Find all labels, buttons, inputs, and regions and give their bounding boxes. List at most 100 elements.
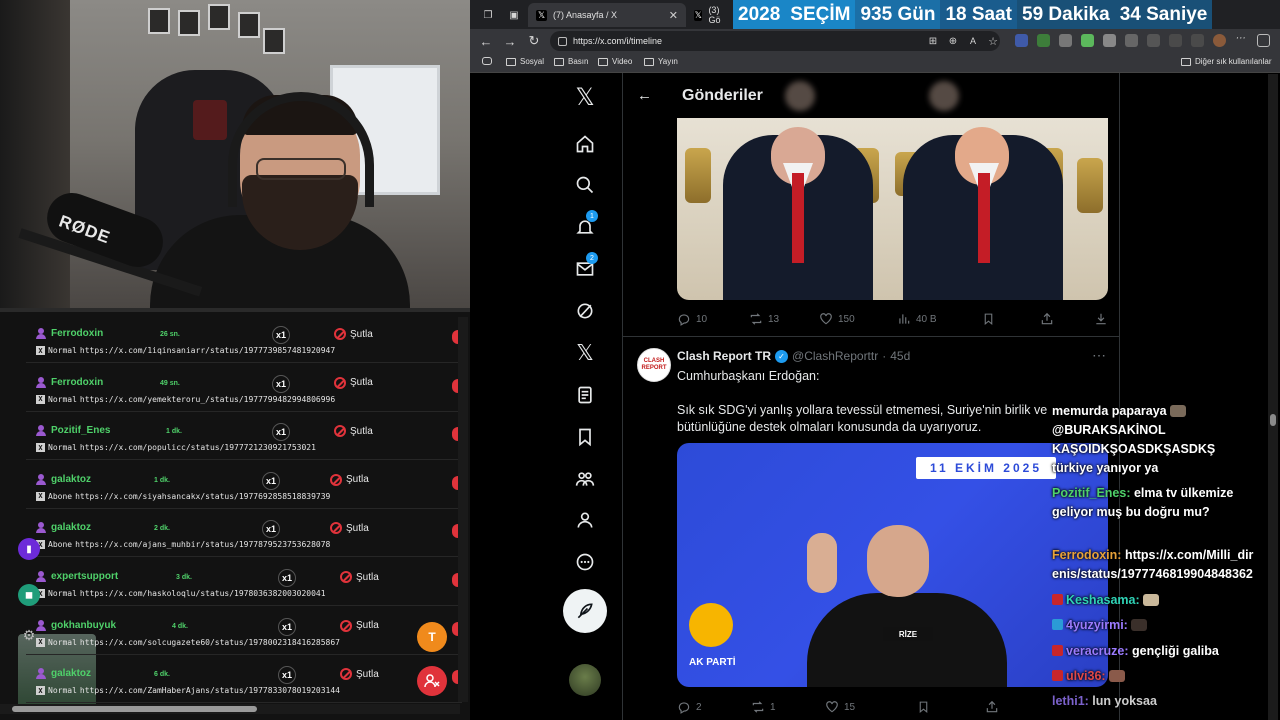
request-url[interactable]: https://x.com/haskoloqlu/status/19780363… bbox=[80, 589, 326, 598]
workspaces-icon[interactable]: ❐ bbox=[480, 7, 496, 23]
kick-button[interactable]: Şutla bbox=[330, 522, 369, 535]
site-info-icon[interactable] bbox=[558, 36, 567, 46]
reload-icon[interactable]: ↻ bbox=[526, 33, 542, 49]
bookmarks-icon[interactable] bbox=[556, 422, 614, 452]
kick-button[interactable]: Şutla bbox=[334, 328, 373, 340]
tweet-time[interactable]: 45d bbox=[890, 349, 910, 363]
multiplier-badge[interactable]: x1 bbox=[278, 666, 296, 685]
request-link[interactable]: X Normal https://x.com/yemekteroru_/status… bbox=[36, 394, 335, 404]
tab-actions-icon[interactable]: ▣ bbox=[506, 7, 522, 23]
repost-button[interactable]: 13 bbox=[749, 312, 779, 326]
extension-icon[interactable] bbox=[1125, 34, 1138, 47]
page-scrollbar[interactable] bbox=[1268, 74, 1278, 720]
kick-button[interactable]: Şutla bbox=[340, 571, 379, 583]
kick-button[interactable]: Şutla bbox=[330, 473, 369, 486]
clash-report-avatar[interactable]: CLASH REPORT bbox=[637, 348, 671, 382]
more-menu-icon[interactable]: ⋯ bbox=[1235, 34, 1248, 47]
request-username[interactable]: galaktoz bbox=[51, 668, 91, 679]
request-username[interactable]: expertsupport bbox=[51, 571, 118, 582]
multiplier-badge[interactable]: x1 bbox=[272, 423, 290, 442]
compose-post-button[interactable] bbox=[563, 589, 607, 633]
forward-icon[interactable]: → bbox=[502, 33, 518, 49]
remove-user-button[interactable] bbox=[417, 666, 447, 696]
search-icon[interactable] bbox=[556, 170, 614, 200]
read-aloud-icon[interactable]: A bbox=[965, 33, 981, 49]
author-name[interactable]: Clash Report TR bbox=[677, 349, 771, 363]
kick-button[interactable]: Şutla bbox=[340, 668, 379, 681]
request-link[interactable]: X Abone https://x.com/ajans_muhbir/status/… bbox=[36, 540, 330, 550]
request-row[interactable]: Ferrodoxin 26 sn. x1 Şutla X Normal https://x.… bbox=[26, 316, 462, 363]
request-username[interactable]: gokhanbuyuk bbox=[51, 620, 116, 631]
request-username[interactable]: Pozitif_Enes bbox=[51, 425, 110, 436]
repost-button[interactable]: 1 bbox=[751, 700, 776, 714]
multiplier-badge[interactable]: x1 bbox=[272, 326, 290, 344]
settings-gear-icon[interactable]: ⚙ bbox=[18, 624, 40, 646]
x-logo-home-icon[interactable]: 𝕏 bbox=[556, 82, 614, 112]
tab-anasayfa[interactable]: 𝕏 (7) Anasayfa / X ✕ bbox=[528, 3, 686, 27]
request-link[interactable]: X Normal https://x.com/haskoloqlu/status/1… bbox=[36, 589, 326, 598]
request-username[interactable]: galaktoz bbox=[51, 522, 91, 533]
bookmark-button[interactable] bbox=[982, 312, 995, 326]
bookmark-folder-sosyal[interactable]: Sosyal bbox=[506, 57, 544, 66]
request-scrollbar-vertical[interactable] bbox=[458, 317, 468, 702]
extension-icon[interactable] bbox=[1037, 34, 1050, 47]
bookmark-folder-basin[interactable]: Basın bbox=[554, 57, 588, 66]
multiplier-badge[interactable]: x1 bbox=[278, 569, 296, 587]
reply-button[interactable]: 10 bbox=[677, 312, 707, 326]
like-button[interactable]: 150 bbox=[819, 312, 855, 326]
request-scrollbar-horizontal[interactable] bbox=[0, 704, 460, 714]
zoom-icon[interactable]: ⊕ bbox=[945, 33, 961, 49]
bookmark-button[interactable] bbox=[917, 700, 930, 714]
views-button[interactable]: 40 B bbox=[897, 312, 937, 326]
premium-x-icon[interactable]: 𝕏 bbox=[556, 338, 614, 368]
request-link[interactable]: X Normal https://x.com/populicc/status/197… bbox=[36, 443, 316, 453]
back-arrow-icon[interactable]: ← bbox=[637, 87, 652, 104]
multiplier-badge[interactable]: x1 bbox=[278, 617, 296, 636]
tweet-image-meeting[interactable] bbox=[677, 118, 1108, 300]
request-username[interactable]: Ferrodoxin bbox=[51, 377, 103, 388]
tweet-image-speech[interactable]: 11 EKİM 2025 AK PARTİ RİZE bbox=[677, 443, 1108, 687]
shield-icon[interactable] bbox=[1191, 34, 1204, 47]
grok-icon[interactable] bbox=[556, 296, 614, 326]
request-link[interactable]: X Normal https://x.com/1iqinsaniarr/status… bbox=[36, 346, 335, 355]
notifications-bell-icon[interactable]: 1 bbox=[556, 210, 614, 242]
kick-button[interactable]: Şutla bbox=[334, 376, 373, 389]
request-url[interactable]: https://x.com/populicc/status/1977721230… bbox=[80, 443, 316, 452]
reply-button[interactable]: 2 bbox=[677, 700, 702, 714]
user-fab-t[interactable]: T bbox=[417, 622, 447, 652]
back-icon[interactable]: ← bbox=[478, 33, 494, 49]
request-link[interactable]: X Abone https://x.com/siyahsancakx/status/… bbox=[36, 491, 330, 501]
tweet-more-icon[interactable]: ⋯ bbox=[1092, 347, 1107, 364]
request-row[interactable]: Pozitif_Enes 1 dk. x1 Şutla X Normal https://x… bbox=[26, 413, 462, 461]
app-available-icon[interactable]: ⊞ bbox=[925, 33, 941, 49]
kick-button[interactable]: Şutla bbox=[334, 425, 373, 438]
request-url[interactable]: https://x.com/ZamHaberAjans/status/19778… bbox=[80, 686, 340, 695]
bookmark-folder-other[interactable]: Diğer sık kullanılanlar bbox=[1181, 57, 1271, 66]
bookmark-folder-video[interactable]: Video bbox=[598, 57, 632, 66]
copilot-icon[interactable] bbox=[1257, 34, 1270, 47]
request-row[interactable]: galaktoz 1 dk. x1 Şutla X Abone https://x.com/… bbox=[26, 462, 462, 509]
request-username[interactable]: Ferrodoxin bbox=[51, 328, 103, 339]
kick-button[interactable]: Şutla bbox=[340, 619, 379, 632]
communities-icon[interactable] bbox=[556, 464, 614, 494]
request-url[interactable]: https://x.com/ajans_muhbir/status/197787… bbox=[75, 540, 330, 549]
share-button[interactable] bbox=[985, 700, 999, 714]
extension-icon[interactable] bbox=[1015, 34, 1028, 47]
request-row[interactable]: galaktoz 6 dk. x1 Şutla X Normal https://x.com… bbox=[26, 656, 462, 704]
request-link[interactable]: X Normal https://x.com/solcugazete60/statu… bbox=[36, 637, 340, 647]
author-handle[interactable]: @ClashReporttr bbox=[792, 349, 878, 363]
extension-icon[interactable] bbox=[1081, 34, 1094, 47]
share-button[interactable] bbox=[1040, 312, 1054, 326]
more-circle-icon[interactable] bbox=[556, 547, 614, 577]
reading-list-icon[interactable] bbox=[482, 57, 492, 65]
extensions-puzzle-icon[interactable] bbox=[1147, 34, 1160, 47]
request-url[interactable]: https://x.com/yemekteroru_/status/197779… bbox=[80, 395, 335, 404]
multiplier-badge[interactable]: x1 bbox=[262, 520, 280, 539]
close-tab-icon[interactable]: ✕ bbox=[669, 9, 678, 22]
request-url[interactable]: https://x.com/siyahsancakx/status/197769… bbox=[75, 492, 330, 501]
request-row[interactable]: Ferrodoxin 49 sn. x1 Şutla X Normal https://x.… bbox=[26, 365, 462, 412]
request-row[interactable]: gokhanbuyuk 4 dk. x1 Şutla X Normal https://x.… bbox=[26, 608, 462, 655]
request-row[interactable]: galaktoz 2 dk. x1 Şutla X Abone https://x.com/… bbox=[26, 510, 462, 558]
download-button[interactable] bbox=[1094, 312, 1108, 326]
profile-avatar-icon[interactable] bbox=[1213, 34, 1226, 47]
